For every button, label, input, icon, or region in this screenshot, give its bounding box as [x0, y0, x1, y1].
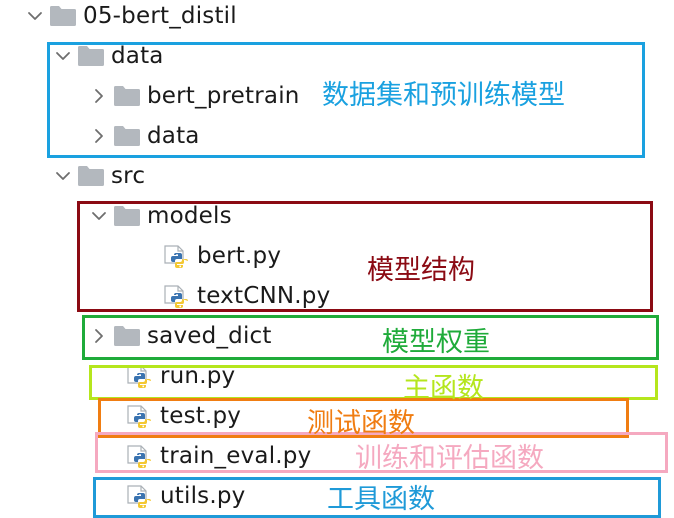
tree-item-root[interactable]: 05-bert_distil	[25, 0, 237, 36]
chevron-down-icon[interactable]	[25, 0, 49, 36]
annotation-text-main-function: 主函数	[403, 373, 484, 404]
annotation-text-dataset: 数据集和预训练模型	[322, 80, 565, 111]
annotation-box-main-function	[89, 365, 658, 400]
annotation-text-utility-functions: 工具函数	[327, 484, 435, 515]
annotation-text-model-weights: 模型权重	[382, 327, 490, 358]
tree-item-src[interactable]: src	[53, 156, 145, 196]
tree-item-label: src	[111, 163, 146, 189]
annotation-text-train-eval-function: 训练和评估函数	[355, 443, 544, 474]
tree-item-label: 05-bert_distil	[83, 3, 237, 29]
folder-icon	[49, 0, 83, 36]
folder-icon	[77, 156, 111, 196]
annotation-text-model-structure: 模型结构	[367, 255, 475, 286]
annotation-text-test-function: 测试函数	[307, 408, 415, 439]
annotation-box-model-weights	[82, 315, 659, 360]
chevron-down-icon[interactable]	[53, 156, 77, 196]
annotation-box-model-structure	[77, 201, 653, 312]
